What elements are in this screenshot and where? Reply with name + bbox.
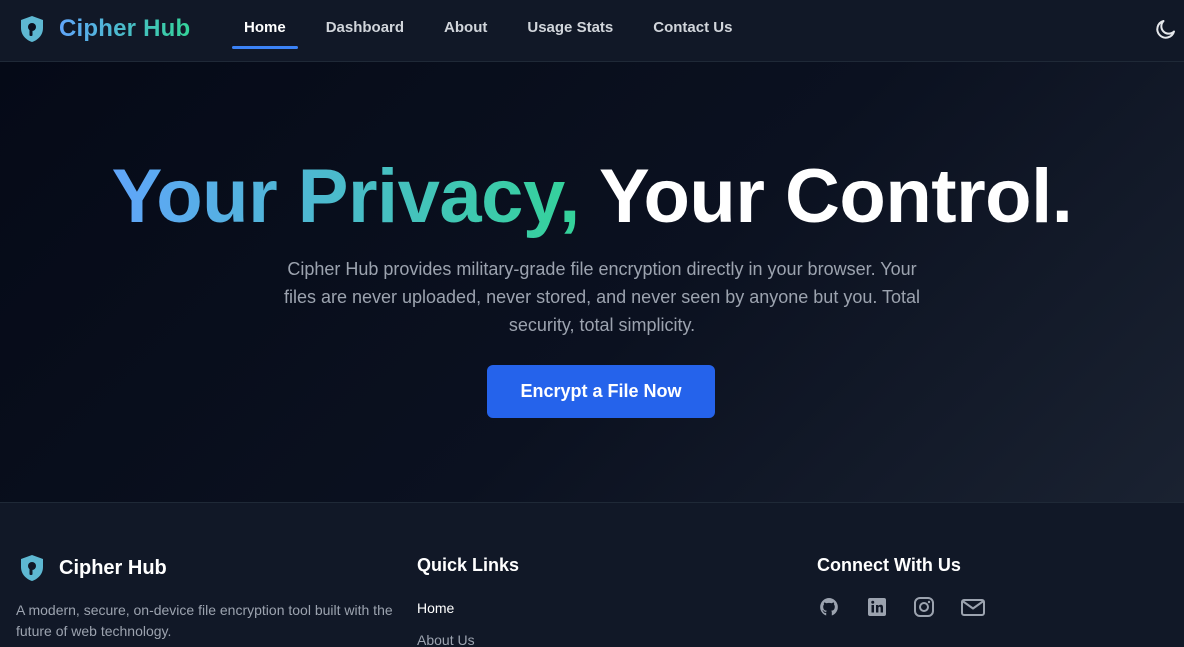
navbar: Cipher Hub Home Dashboard About Usage St… bbox=[0, 0, 1184, 62]
footer-brand-name: Cipher Hub bbox=[59, 556, 167, 579]
encrypt-file-button[interactable]: Encrypt a File Now bbox=[487, 365, 715, 418]
hero-section: Your Privacy, Your Control. Cipher Hub p… bbox=[0, 62, 1184, 502]
linkedin-link[interactable] bbox=[865, 595, 889, 619]
nav-link-usage-stats[interactable]: Usage Stats bbox=[515, 0, 625, 62]
hero-title-rest: Your Control. bbox=[598, 154, 1073, 239]
footer-link-home[interactable]: Home bbox=[417, 600, 454, 616]
footer-link-about-us[interactable]: About Us bbox=[417, 632, 475, 647]
email-link[interactable] bbox=[960, 595, 985, 619]
footer: Cipher Hub A modern, secure, on-device f… bbox=[0, 502, 1184, 647]
instagram-icon bbox=[914, 597, 934, 617]
github-icon bbox=[820, 598, 838, 616]
hero-description: Cipher Hub provides military-grade file … bbox=[283, 259, 921, 335]
connect-title: Connect With Us bbox=[817, 555, 961, 575]
brand-logo-link[interactable]: Cipher Hub bbox=[19, 14, 190, 44]
footer-description: A modern, secure, on-device file encrypt… bbox=[16, 602, 393, 639]
shield-lock-icon bbox=[21, 16, 43, 42]
github-link[interactable] bbox=[817, 595, 841, 619]
main-nav: Home Dashboard About Usage Stats Contact… bbox=[232, 0, 760, 62]
nav-link-dashboard[interactable]: Dashboard bbox=[314, 0, 416, 62]
quick-links-title: Quick Links bbox=[417, 555, 520, 575]
nav-link-contact-us[interactable]: Contact Us bbox=[641, 0, 744, 62]
theme-toggle-button[interactable] bbox=[1154, 17, 1178, 41]
nav-link-home[interactable]: Home bbox=[232, 0, 298, 62]
nav-link-about[interactable]: About bbox=[432, 0, 499, 62]
brand-name: Cipher Hub bbox=[59, 15, 191, 42]
instagram-link[interactable] bbox=[912, 595, 936, 619]
footer-brand: Cipher Hub bbox=[19, 553, 167, 583]
shield-lock-icon bbox=[21, 555, 43, 581]
hero-title-highlight: Your Privacy, bbox=[111, 154, 581, 239]
moon-icon bbox=[1156, 20, 1175, 39]
hero-title: Your Privacy, Your Control. bbox=[0, 155, 1184, 239]
mail-icon bbox=[961, 599, 985, 616]
linkedin-icon bbox=[868, 598, 886, 616]
